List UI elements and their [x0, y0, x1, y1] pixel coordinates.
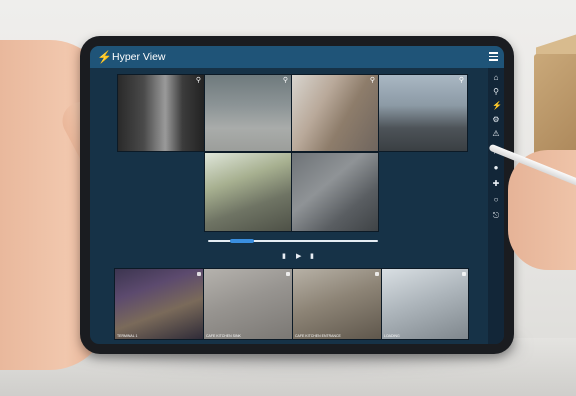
tablet-device: ⚡ Hyper View ⌂ ⚲ ⚡ ⚙ ⚠ ⚑ ● ✚ ○ ⎋ ⚲ — [80, 36, 514, 354]
zoom-icon[interactable]: ⚲ — [196, 77, 201, 84]
search-icon[interactable]: ⚲ — [492, 88, 500, 96]
camera-tile-terminal[interactable]: TERMINAL 1 — [114, 268, 204, 340]
title-bar: ⚡ Hyper View — [90, 46, 504, 68]
camera-tile-2[interactable]: ⚲ — [204, 74, 292, 152]
side-toolbar: ⌂ ⚲ ⚡ ⚙ ⚠ ⚑ ● ✚ ○ ⎋ — [488, 68, 504, 344]
camera-tile-1[interactable]: ⚲ — [117, 74, 205, 152]
playback-bar — [208, 236, 378, 248]
timeline-progress[interactable] — [230, 239, 254, 243]
power-icon[interactable]: ⎋ — [492, 212, 500, 220]
camera-control-icon[interactable] — [286, 272, 290, 276]
camera-label: TERMINAL 1 — [117, 334, 138, 338]
camera-control-icon[interactable] — [375, 272, 379, 276]
camera-control-icon[interactable] — [462, 272, 466, 276]
camera-tile-6[interactable] — [291, 152, 379, 232]
lightning-bolt-icon: ⚡ — [97, 50, 112, 64]
wrench-icon[interactable]: ✚ — [492, 180, 500, 188]
zoom-icon[interactable]: ⚲ — [283, 77, 288, 84]
lightning-icon[interactable]: ⚡ — [492, 102, 502, 110]
camera-label: CAFE KITCHEN SINK — [206, 334, 241, 338]
camera-label: LOADING — [384, 334, 400, 338]
camera-control-icon[interactable] — [197, 272, 201, 276]
home-icon[interactable]: ⌂ — [492, 74, 500, 82]
camera-tile-5[interactable] — [204, 152, 292, 232]
step-forward-icon[interactable]: ▮ — [310, 253, 314, 260]
hamburger-menu-icon[interactable] — [489, 52, 498, 61]
app-screen: ⚡ Hyper View ⌂ ⚲ ⚡ ⚙ ⚠ ⚑ ● ✚ ○ ⎋ ⚲ — [90, 46, 504, 344]
app-title: Hyper View — [112, 51, 166, 63]
alert-icon[interactable]: ⚠ — [492, 130, 500, 138]
gear-icon[interactable]: ⚙ — [492, 116, 500, 124]
camera-tile-3[interactable]: ⚲ — [291, 74, 379, 152]
step-back-icon[interactable]: ▮ — [282, 253, 286, 260]
camera-tile-4[interactable]: ⚲ — [378, 74, 468, 152]
zoom-icon[interactable]: ⚲ — [459, 77, 464, 84]
user-icon[interactable]: ● — [492, 164, 500, 172]
play-icon[interactable]: ▶ — [296, 253, 301, 260]
photo-scene: ⚡ Hyper View ⌂ ⚲ ⚡ ⚙ ⚠ ⚑ ● ✚ ○ ⎋ ⚲ — [0, 0, 576, 396]
camera-tile-loading[interactable]: LOADING — [381, 268, 469, 340]
settings-icon[interactable]: ○ — [492, 196, 500, 204]
camera-tile-kitchen-entrance[interactable]: CAFE KITCHEN ENTRANCE — [292, 268, 382, 340]
camera-tile-kitchen-sink[interactable]: CAFE KITCHEN SINK — [203, 268, 293, 340]
camera-label: CAFE KITCHEN ENTRANCE — [295, 334, 341, 338]
zoom-icon[interactable]: ⚲ — [370, 77, 375, 84]
